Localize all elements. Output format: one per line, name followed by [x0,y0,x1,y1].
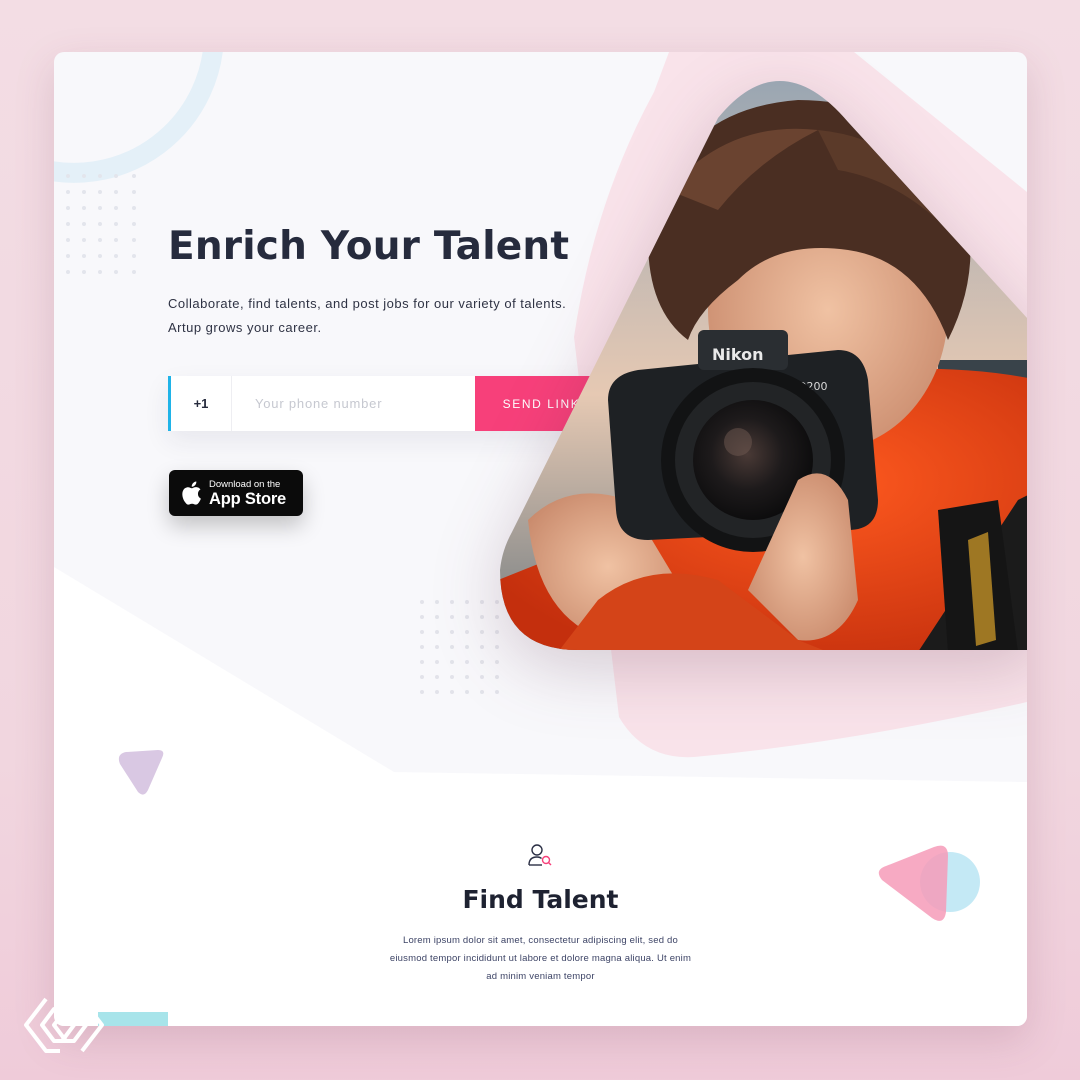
landing-card: Enrich Your Talent Collaborate, find tal… [54,52,1027,1026]
find-talent-title: Find Talent [462,885,619,914]
country-code-selector[interactable]: +1 [168,376,232,431]
brand-logo [24,997,104,1053]
user-search-icon [528,844,552,866]
apple-icon [182,481,201,505]
app-store-line1: Download on the [209,478,281,490]
find-talent-description: Lorem ipsum dolor sit amet, consectetur … [389,935,692,982]
phone-number-input[interactable] [232,376,475,431]
app-store-button[interactable]: Download on the App Store [169,470,303,516]
hero-photo: Nikon D200 [498,80,1027,652]
dot-grid-center [420,600,499,694]
photographer-image: Nikon D200 [498,80,1027,652]
camera-brand-label: Nikon [712,345,763,364]
dot-grid-left [66,174,136,274]
app-store-line2: App Store [209,489,287,508]
